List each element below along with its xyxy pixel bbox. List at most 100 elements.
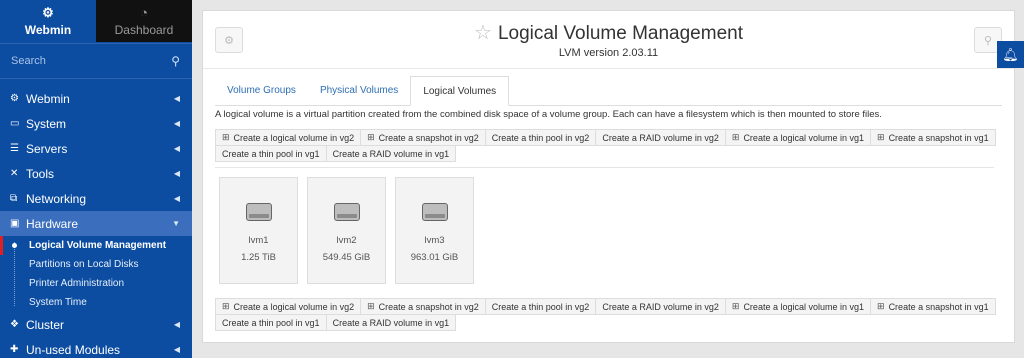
- search-input[interactable]: Search ⚲: [0, 43, 192, 79]
- volume-grid: lvm1 1.25 TiB lvm2 549.45 GiB lvm3 963.0…: [219, 177, 483, 284]
- tab-physical-volumes[interactable]: Physical Volumes: [308, 76, 410, 105]
- chevron-left-icon: ◀: [173, 194, 180, 203]
- harddisk-icon: [421, 203, 448, 221]
- submenu-item-printer[interactable]: Printer Administration: [0, 274, 192, 293]
- menu-item-label: Tools: [26, 166, 55, 181]
- plus-square-icon: ⊞: [222, 132, 230, 142]
- menu-item-label: Cluster: [26, 317, 65, 332]
- bell-icon: 🔔︎: [1002, 46, 1019, 62]
- puzzle-icon: ✚: [10, 344, 19, 355]
- harddrive-icon: ▣: [10, 218, 20, 229]
- create-lv-vg1-button[interactable]: ⊞ Create a logical volume in vg1: [724, 129, 872, 146]
- create-lv-vg2-button[interactable]: ⊞ Create a logical volume in vg2: [215, 129, 362, 146]
- create-raid-vg1-button[interactable]: Create a RAID volume in vg1: [325, 145, 457, 162]
- menu-item-cluster[interactable]: ❖ Cluster ◀: [0, 312, 192, 337]
- volume-tile[interactable]: lvm2 549.45 GiB: [307, 177, 386, 284]
- chevron-left-icon: ◀: [173, 320, 180, 329]
- button-label: Create a snapshot in vg2: [378, 301, 479, 312]
- menu-item-unused-modules[interactable]: ✚ Un-used Modules ◀: [0, 337, 192, 358]
- create-thin-pool-vg1-button[interactable]: Create a thin pool in vg1: [215, 314, 327, 331]
- search-icon[interactable]: ⚲: [171, 54, 180, 68]
- submenu-item-partitions[interactable]: Partitions on Local Disks: [0, 255, 192, 274]
- menu-item-webmin[interactable]: ⚙ Webmin ◀: [0, 86, 192, 111]
- plus-square-icon: ⊞: [731, 301, 740, 311]
- chevron-left-icon: ◀: [173, 345, 180, 354]
- button-label: Create a logical volume in vg1: [743, 132, 865, 143]
- page-subtitle: LVM version 2.03.11: [558, 47, 659, 59]
- menu-item-label: Networking: [26, 191, 87, 206]
- monitor-icon: ▭: [10, 118, 20, 129]
- chevron-left-icon: ◀: [173, 144, 180, 153]
- menu-item-system[interactable]: ▭ System ◀: [0, 111, 192, 136]
- search-icon: ⚲: [983, 34, 993, 47]
- volume-tile[interactable]: lvm3 963.01 GiB: [395, 177, 474, 284]
- description-text: A logical volume is a virtual partition …: [215, 109, 882, 120]
- main-menu: ⚙ Webmin ◀ ▭ System ◀ ☰ Servers ◀ ✕ Tool…: [0, 86, 192, 358]
- menu-item-label: Hardware: [26, 216, 79, 231]
- gear-icon: ⚙: [10, 93, 19, 104]
- submenu-item-lvm[interactable]: Logical Volume Management: [0, 236, 192, 255]
- webmin-tab-label: Webmin: [24, 22, 72, 37]
- webmin-logo-icon: ⚙: [42, 4, 54, 20]
- create-raid-vg2-button[interactable]: Create a RAID volume in vg2: [595, 298, 726, 315]
- menu-item-label: System: [26, 116, 67, 131]
- volume-name: lvm1: [248, 235, 269, 246]
- notifications-button[interactable]: 🔔︎: [997, 41, 1024, 68]
- plus-square-icon: ⊞: [877, 132, 885, 142]
- button-label: Create a logical volume in vg1: [743, 301, 865, 312]
- create-thin-pool-vg2-button[interactable]: Create a thin pool in vg2: [484, 129, 597, 146]
- chevron-down-icon: ▼: [172, 219, 180, 228]
- create-raid-vg2-button[interactable]: Create a RAID volume in vg2: [595, 129, 726, 146]
- webmin-tab[interactable]: ⚙ Webmin: [0, 0, 96, 42]
- tab-bar: Volume Groups Physical Volumes Logical V…: [215, 76, 1002, 106]
- tab-volume-groups[interactable]: Volume Groups: [215, 76, 308, 105]
- wrench-icon: ✕: [10, 168, 19, 179]
- dashboard-icon: ◔: [140, 4, 148, 20]
- menu-item-label: Un-used Modules: [26, 342, 121, 357]
- search-placeholder: Search: [11, 55, 46, 67]
- create-raid-vg1-button[interactable]: Create a RAID volume in vg1: [325, 314, 457, 331]
- create-snapshot-vg1-button[interactable]: ⊞ Create a snapshot in vg1: [870, 129, 996, 146]
- create-thin-pool-vg1-button[interactable]: Create a thin pool in vg1: [215, 145, 327, 162]
- plus-square-icon: ⊞: [222, 301, 230, 311]
- divider: [215, 167, 994, 168]
- tab-logical-volumes[interactable]: Logical Volumes: [410, 76, 510, 106]
- menu-item-label: Webmin: [26, 91, 70, 106]
- chevron-left-icon: ◀: [173, 169, 180, 178]
- action-buttons-top: ⊞ Create a logical volume in vg2 ⊞ Create …: [215, 129, 996, 162]
- menu-item-hardware[interactable]: ▣ Hardware ▼: [0, 211, 192, 236]
- volume-tile[interactable]: lvm1 1.25 TiB: [219, 177, 298, 284]
- chevron-left-icon: ◀: [173, 119, 180, 128]
- submenu-item-system-time[interactable]: System Time: [0, 293, 192, 312]
- favorite-star-icon[interactable]: ☆: [474, 22, 492, 44]
- volume-size: 1.25 TiB: [241, 252, 276, 263]
- create-snapshot-vg2-button[interactable]: ⊞ Create a snapshot in vg2: [360, 129, 486, 146]
- title-block: ☆ Logical Volume Management LVM version 2…: [203, 20, 1014, 59]
- create-snapshot-vg1-button[interactable]: ⊞ Create a snapshot in vg1: [870, 298, 996, 315]
- create-thin-pool-vg2-button[interactable]: Create a thin pool in vg2: [484, 298, 597, 315]
- create-snapshot-vg2-button[interactable]: ⊞ Create a snapshot in vg2: [360, 298, 486, 315]
- create-lv-vg2-button[interactable]: ⊞ Create a logical volume in vg2: [215, 298, 362, 315]
- menu-item-tools[interactable]: ✕ Tools ◀: [0, 161, 192, 186]
- menu-item-servers[interactable]: ☰ Servers ◀: [0, 136, 192, 161]
- menu-item-networking[interactable]: ⧉ Networking ◀: [0, 186, 192, 211]
- plus-square-icon: ⊞: [367, 301, 375, 311]
- volume-size: 963.01 GiB: [410, 252, 459, 263]
- plus-square-icon: ⊞: [367, 132, 375, 142]
- button-label: Create a snapshot in vg1: [888, 132, 989, 143]
- volume-name: lvm3: [424, 235, 445, 246]
- sidebar: ⚙ Webmin ◔ Dashboard Search ⚲ ⚙ Webmin ◀…: [0, 0, 192, 358]
- page-title: ☆ Logical Volume Management: [203, 20, 1014, 45]
- harddisk-icon: [333, 203, 360, 221]
- button-label: Create a logical volume in vg2: [233, 301, 355, 312]
- page-title-text: Logical Volume Management: [497, 23, 743, 44]
- main-panel: ⚙ ☆ Logical Volume Management LVM version…: [202, 10, 1015, 343]
- cluster-icon: ❖: [10, 319, 19, 330]
- button-label: Create a snapshot in vg2: [378, 132, 479, 143]
- page-header: ⚙ ☆ Logical Volume Management LVM version…: [203, 11, 1014, 69]
- dashboard-tab[interactable]: ◔ Dashboard: [96, 0, 192, 42]
- volume-size: 549.45 GiB: [322, 252, 371, 263]
- create-lv-vg1-button[interactable]: ⊞ Create a logical volume in vg1: [724, 298, 872, 315]
- plus-square-icon: ⊞: [877, 301, 885, 311]
- chevron-left-icon: ◀: [173, 94, 180, 103]
